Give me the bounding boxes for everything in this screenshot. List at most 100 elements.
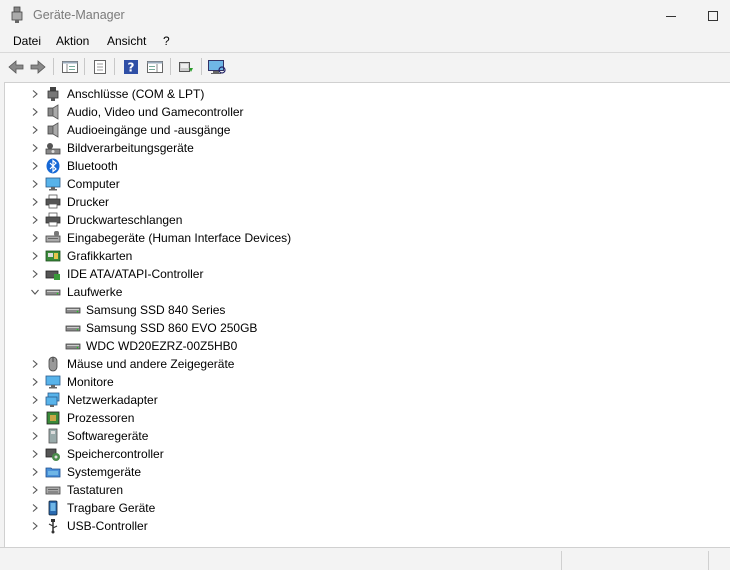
tree-category[interactable]: Audio, Video und Gamecontroller <box>5 103 725 121</box>
tree-category[interactable]: Netzwerkadapter <box>5 391 725 409</box>
chevron-right-icon[interactable] <box>29 106 41 118</box>
chevron-right-icon[interactable] <box>29 88 41 100</box>
tree-category-label: Bluetooth <box>67 159 118 173</box>
tree-device-label: WDC WD20EZRZ-00Z5HB0 <box>86 339 238 353</box>
chevron-right-icon[interactable] <box>29 142 41 154</box>
chevron-right-icon[interactable] <box>29 394 41 406</box>
window-title: Geräte-Manager <box>33 8 125 22</box>
tree-category-label: USB-Controller <box>67 519 148 533</box>
printer-icon <box>45 194 61 210</box>
ide-controller-icon <box>45 266 61 282</box>
tree-device[interactable]: Samsung SSD 840 Series <box>5 301 725 319</box>
disk-drive-icon <box>65 338 81 354</box>
chevron-right-icon[interactable] <box>29 502 41 514</box>
monitor-icon <box>45 176 61 192</box>
tree-category-label: Drucker <box>67 195 110 209</box>
chevron-right-icon[interactable] <box>29 412 41 424</box>
maximize-button[interactable] <box>690 0 730 32</box>
chevron-right-icon[interactable] <box>29 484 41 496</box>
tree-category-label: Anschlüsse (COM & LPT) <box>67 87 205 101</box>
monitor-icon <box>45 374 61 390</box>
tree-category[interactable]: Softwaregeräte <box>5 427 725 445</box>
chevron-right-icon[interactable] <box>29 358 41 370</box>
chevron-right-icon[interactable] <box>29 520 41 532</box>
tree-category[interactable]: IDE ATA/ATAPI-Controller <box>5 265 725 283</box>
tree-category[interactable]: Bildverarbeitungsgeräte <box>5 139 725 157</box>
keyboard-icon <box>45 482 61 498</box>
tree-category[interactable]: Systemgeräte <box>5 463 725 481</box>
properties-icon[interactable] <box>90 57 110 77</box>
tree-category-label: Systemgeräte <box>67 465 142 479</box>
tree-category[interactable]: USB-Controller <box>5 517 725 535</box>
device-manager-app-icon <box>9 6 25 24</box>
tree-category[interactable]: Prozessoren <box>5 409 725 427</box>
tree-category-label: Bildverarbeitungsgeräte <box>67 141 194 155</box>
hid-icon <box>45 230 61 246</box>
scan-hardware-icon[interactable] <box>207 57 227 77</box>
software-device-icon <box>45 428 61 444</box>
toolbar-divider <box>84 58 85 75</box>
toolbar-divider <box>114 58 115 75</box>
tree-category-label: Softwaregeräte <box>67 429 149 443</box>
chevron-right-icon[interactable] <box>29 124 41 136</box>
chevron-right-icon[interactable] <box>29 448 41 460</box>
tree-category[interactable]: Druckwarteschlangen <box>5 211 725 229</box>
tree-category-label: Computer <box>67 177 120 191</box>
tree-device-label: Samsung SSD 860 EVO 250GB <box>86 321 258 335</box>
toolbar: ? <box>0 53 730 81</box>
tree-category-label: Grafikkarten <box>67 249 133 263</box>
bluetooth-icon <box>45 158 61 174</box>
tree-category[interactable]: Laufwerke <box>5 283 725 301</box>
chevron-right-icon[interactable] <box>29 196 41 208</box>
chevron-right-icon[interactable] <box>29 376 41 388</box>
chevron-right-icon[interactable] <box>29 250 41 262</box>
tree-device[interactable]: WDC WD20EZRZ-00Z5HB0 <box>5 337 725 355</box>
tree-category[interactable]: Anschlüsse (COM & LPT) <box>5 85 725 103</box>
toolbar-divider <box>170 58 171 75</box>
svg-text:?: ? <box>128 61 135 75</box>
tree-device[interactable]: Samsung SSD 860 EVO 250GB <box>5 319 725 337</box>
forward-icon[interactable] <box>28 57 48 77</box>
chevron-right-icon[interactable] <box>29 214 41 226</box>
chevron-right-icon[interactable] <box>29 232 41 244</box>
chevron-right-icon[interactable] <box>29 160 41 172</box>
tree-category[interactable]: Mäuse und andere Zeigegeräte <box>5 355 725 373</box>
tree-category[interactable]: Grafikkarten <box>5 247 725 265</box>
tree-category[interactable]: Bluetooth <box>5 157 725 175</box>
menu-aktion[interactable]: Aktion <box>56 34 89 48</box>
tree-category[interactable]: Drucker <box>5 193 725 211</box>
tree-category[interactable]: Computer <box>5 175 725 193</box>
back-icon[interactable] <box>6 57 26 77</box>
tree-category[interactable]: Speichercontroller <box>5 445 725 463</box>
tree-category-label: Tastaturen <box>67 483 124 497</box>
update-driver-icon[interactable] <box>176 57 196 77</box>
chevron-down-icon[interactable] <box>29 286 41 298</box>
tree-category-label: Monitore <box>67 375 114 389</box>
tree-category-label: Tragbare Geräte <box>67 501 156 515</box>
menu-help[interactable]: ? <box>163 34 170 48</box>
tree-device-label: Samsung SSD 840 Series <box>86 303 226 317</box>
minimize-button[interactable] <box>648 0 694 32</box>
action-pane-icon[interactable] <box>145 57 165 77</box>
menu-bar: Datei Aktion Ansicht ? <box>0 32 730 52</box>
toolbar-divider <box>201 58 202 75</box>
show-hide-tree-icon[interactable] <box>60 57 80 77</box>
tree-category[interactable]: Audioeingänge und -ausgänge <box>5 121 725 139</box>
chevron-right-icon[interactable] <box>29 430 41 442</box>
menu-ansicht[interactable]: Ansicht <box>107 34 146 48</box>
cpu-icon <box>45 410 61 426</box>
tree-category[interactable]: Eingabegeräte (Human Interface Devices) <box>5 229 725 247</box>
tree-category[interactable]: Tastaturen <box>5 481 725 499</box>
chevron-right-icon[interactable] <box>29 178 41 190</box>
help-icon[interactable]: ? <box>121 57 141 77</box>
chevron-right-icon[interactable] <box>29 268 41 280</box>
disk-drive-icon <box>45 284 61 300</box>
chevron-right-icon[interactable] <box>29 466 41 478</box>
tree-category-label: Audioeingänge und -ausgänge <box>67 123 231 137</box>
status-bar <box>0 547 730 570</box>
menu-datei[interactable]: Datei <box>13 34 41 48</box>
tree-category[interactable]: Monitore <box>5 373 725 391</box>
tree-category-label: IDE ATA/ATAPI-Controller <box>67 267 204 281</box>
tree-category[interactable]: Tragbare Geräte <box>5 499 725 517</box>
title-bar: Geräte-Manager <box>0 0 730 32</box>
